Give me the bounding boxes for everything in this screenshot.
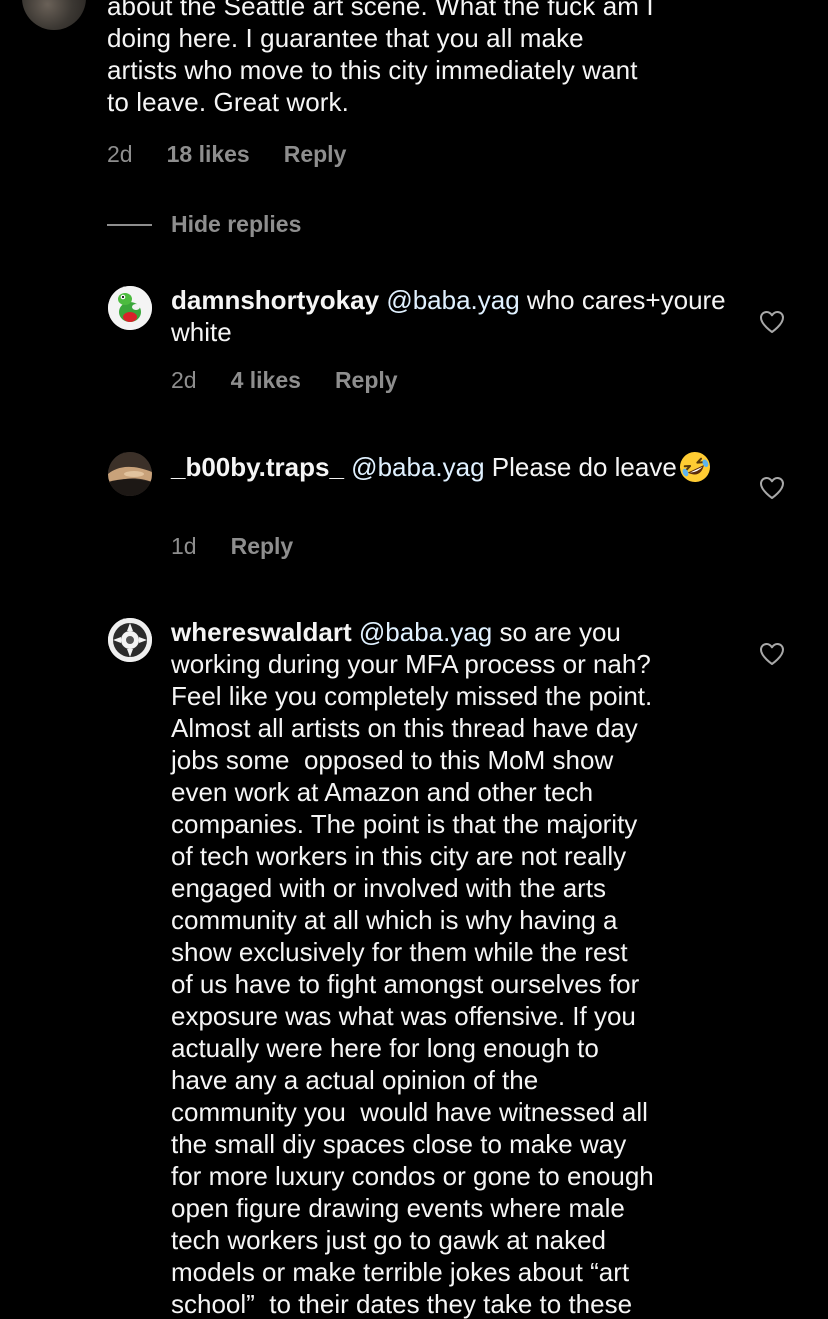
reply-username[interactable]: damnshortyokay bbox=[171, 285, 379, 315]
parent-commenter-avatar[interactable] bbox=[22, 0, 86, 30]
reply-line: working during your MFA process or nah? bbox=[171, 649, 651, 679]
reply-button[interactable]: Reply bbox=[284, 140, 347, 168]
reply-body: Please do leave bbox=[484, 452, 677, 482]
reply-avatar-whereswaldart[interactable] bbox=[108, 618, 152, 662]
reply-meta: 1d Reply bbox=[171, 532, 293, 560]
mention-link[interactable]: @baba.yag bbox=[359, 617, 492, 647]
rolling-laughing-emoji-icon bbox=[679, 452, 710, 482]
parent-comment-line: about the Seattle art scene. What the fu… bbox=[107, 0, 654, 21]
reply-line: community at all which is why having a bbox=[171, 905, 618, 935]
hide-replies-button[interactable]: Hide replies bbox=[107, 211, 301, 238]
reply-line: tech workers just go to gawk at naked bbox=[171, 1225, 607, 1255]
comment-likes-count[interactable]: 18 likes bbox=[167, 140, 250, 168]
reply-button[interactable]: Reply bbox=[335, 366, 398, 394]
heart-icon[interactable] bbox=[759, 310, 785, 334]
comment-thread: about the Seattle art scene. What the fu… bbox=[0, 0, 828, 1319]
reply-line: school” to their dates they take to thes… bbox=[171, 1289, 633, 1319]
reply-line: engaged with or involved with the arts bbox=[171, 873, 607, 903]
comment-timestamp: 1d bbox=[171, 533, 197, 559]
reply-username[interactable]: whereswaldart bbox=[171, 617, 352, 647]
reply-line: Feel like you completely missed the poin… bbox=[171, 681, 653, 711]
reply-line: even work at Amazon and other tech bbox=[171, 777, 594, 807]
reply-line: the small diy spaces close to make way bbox=[171, 1129, 627, 1159]
reply-line: of us have to fight amongst ourselves fo… bbox=[171, 969, 640, 999]
reply-line: actually were here for long enough to bbox=[171, 1033, 599, 1063]
reply-line: for more luxury condos or gone to enough bbox=[171, 1161, 654, 1191]
profile-photo-icon bbox=[108, 618, 152, 662]
hide-replies-label: Hide replies bbox=[171, 211, 302, 237]
reply-meta: 2d 4 likes Reply bbox=[171, 366, 398, 394]
reply-comment-text: whereswaldart @baba.yag so are you worki… bbox=[171, 616, 731, 1319]
reply-line: whereswaldart @baba.yag so are you bbox=[171, 616, 731, 648]
parent-comment-meta: 2d 18 likes Reply bbox=[107, 140, 346, 168]
reply-line: models or make terrible jokes about “art bbox=[171, 1257, 630, 1287]
mention-link[interactable]: @baba.yag bbox=[351, 452, 484, 482]
parent-comment-line: to leave. Great work. bbox=[107, 87, 349, 117]
reply-line: jobs some opposed to this MoM show bbox=[171, 745, 614, 775]
reply-body: so are you bbox=[492, 617, 621, 647]
parent-comment-line: artists who move to this city immediatel… bbox=[107, 55, 638, 85]
heart-icon[interactable] bbox=[759, 642, 785, 666]
reply-line: of tech workers in this city are not rea… bbox=[171, 841, 627, 871]
comment-timestamp: 2d bbox=[171, 367, 197, 393]
reply-avatar-damnshortyokay[interactable] bbox=[108, 286, 152, 330]
divider-line bbox=[107, 223, 152, 226]
comment-timestamp: 2d bbox=[107, 141, 133, 167]
reply-line: community you would have witnessed all bbox=[171, 1097, 648, 1127]
reply-line: show exclusively for them while the rest bbox=[171, 937, 628, 967]
yoshi-avatar-icon bbox=[108, 286, 152, 330]
profile-photo-icon bbox=[108, 452, 152, 496]
reply-line: companies. The point is that the majorit… bbox=[171, 809, 638, 839]
reply-comment-text: _b00by.traps_ @baba.yag Please do leave bbox=[171, 450, 731, 484]
parent-comment-text: about the Seattle art scene. What the fu… bbox=[107, 0, 727, 118]
reply-line: exposure was what was offensive. If you bbox=[171, 1001, 636, 1031]
reply-line: open figure drawing events where male bbox=[171, 1193, 625, 1223]
parent-comment-line: doing here. I guarantee that you all mak… bbox=[107, 23, 584, 53]
reply-line: Almost all artists on this thread have d… bbox=[171, 713, 638, 743]
heart-icon[interactable] bbox=[759, 476, 785, 500]
reply-username[interactable]: _b00by.traps_ bbox=[171, 452, 344, 482]
mention-link[interactable]: @baba.yag bbox=[386, 285, 519, 315]
comment-likes-count[interactable]: 4 likes bbox=[231, 366, 301, 394]
reply-button[interactable]: Reply bbox=[231, 532, 294, 560]
reply-line: have any a actual opinion of the bbox=[171, 1065, 539, 1095]
reply-avatar-b00by-traps[interactable] bbox=[108, 452, 152, 496]
reply-comment-text: damnshortyokay @baba.yag who cares+youre… bbox=[171, 284, 731, 348]
chevron-down-icon[interactable] bbox=[756, 0, 786, 8]
